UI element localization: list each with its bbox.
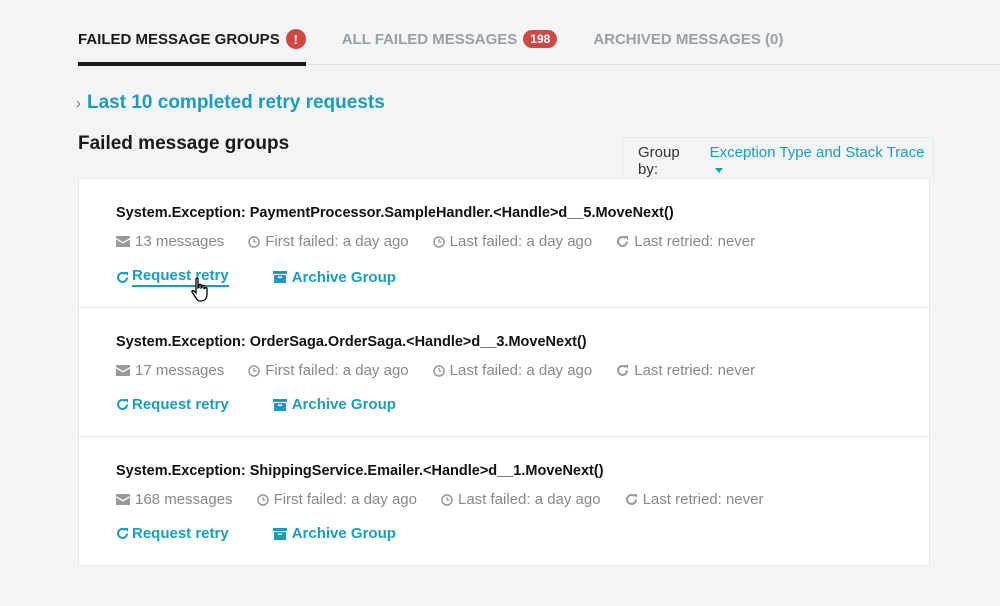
clock-icon	[248, 364, 260, 377]
refresh-icon	[617, 235, 629, 247]
first-failed: First failed: a day ago	[248, 362, 409, 379]
last-failed-text: Last failed: a day ago	[457, 491, 601, 508]
group-card: System.Exception: PaymentProcessor.Sampl…	[78, 178, 930, 308]
envelope-icon	[116, 236, 130, 247]
group-card: System.Exception: ShippingService.Emaile…	[78, 436, 930, 566]
group-by-dropdown[interactable]: Exception Type and Stack Trace	[710, 144, 933, 178]
archive-group-button[interactable]: Archive Group	[272, 396, 396, 413]
message-count-text: 168 messages	[135, 491, 233, 508]
group-title: System.Exception: ShippingService.Emaile…	[116, 463, 604, 479]
tab-all-failed-messages[interactable]: ALL FAILED MESSAGES 198	[342, 26, 558, 64]
count-badge: 198	[523, 30, 558, 48]
tab-label: ARCHIVED MESSAGES (0)	[593, 30, 784, 48]
tab-label: FAILED MESSAGE GROUPS	[78, 30, 280, 48]
tab-archived-messages[interactable]: ARCHIVED MESSAGES (0)	[593, 26, 783, 64]
refresh-icon	[617, 364, 629, 376]
chevron-right-icon: ›	[76, 94, 81, 112]
envelope-icon	[116, 494, 130, 505]
group-by-value: Exception Type and Stack Trace	[709, 144, 925, 161]
group-card: System.Exception: OrderSaga.OrderSaga.<H…	[78, 307, 930, 437]
alert-badge: !	[285, 29, 306, 49]
section-title: Failed message groups	[78, 133, 290, 154]
clock-icon	[432, 364, 445, 377]
clock-icon	[432, 235, 445, 248]
last-failed: Last failed: a day ago	[441, 491, 601, 508]
archive-icon	[272, 398, 287, 411]
last-retried-text: Last retried: never	[634, 362, 756, 379]
request-retry-button[interactable]: Request retry	[116, 396, 229, 413]
message-count: 13 messages	[116, 233, 224, 250]
retry-requests-label: Last 10 completed retry requests	[87, 92, 385, 113]
clock-icon	[248, 235, 260, 248]
first-failed: First failed: a day ago	[248, 233, 409, 250]
first-failed-text: First failed: a day ago	[273, 491, 417, 508]
archive-group-button[interactable]: Archive Group	[272, 267, 396, 287]
last-retried: Last retried: never	[616, 233, 755, 250]
request-retry-label: Request retry	[132, 525, 229, 542]
last-retried: Last retried: never	[625, 491, 764, 508]
first-failed-text: First failed: a day ago	[265, 362, 409, 379]
tab-bar: FAILED MESSAGE GROUPS ! ALL FAILED MESSA…	[78, 26, 1000, 66]
last-retried: Last retried: never	[616, 362, 755, 379]
group-title: System.Exception: PaymentProcessor.Sampl…	[116, 205, 674, 221]
archive-group-label: Archive Group	[291, 396, 396, 413]
first-failed-text: First failed: a day ago	[265, 233, 409, 250]
request-retry-label: Request retry	[132, 396, 229, 413]
message-count: 168 messages	[116, 491, 233, 508]
archive-icon	[272, 527, 287, 540]
request-retry-button[interactable]: Request retry	[116, 267, 229, 287]
request-retry-button[interactable]: Request retry	[116, 525, 229, 542]
refresh-icon	[117, 271, 128, 283]
retry-requests-toggle[interactable]: › Last 10 completed retry requests	[76, 92, 385, 114]
refresh-icon	[117, 398, 128, 410]
request-retry-label: Request retry	[132, 267, 229, 287]
archive-group-label: Archive Group	[291, 525, 396, 542]
message-count-text: 17 messages	[135, 362, 225, 379]
last-retried-text: Last retried: never	[642, 491, 764, 508]
refresh-icon	[625, 493, 637, 505]
message-count-text: 13 messages	[135, 233, 225, 250]
clock-icon	[441, 493, 453, 506]
failed-groups-list: System.Exception: PaymentProcessor.Sampl…	[78, 178, 930, 566]
last-failed: Last failed: a day ago	[432, 233, 593, 250]
group-by-panel: Group by: Exception Type and Stack Trace	[622, 137, 934, 178]
group-title: System.Exception: OrderSaga.OrderSaga.<H…	[116, 334, 587, 350]
caret-down-icon	[714, 167, 723, 173]
message-count: 17 messages	[116, 362, 224, 379]
archive-group-button[interactable]: Archive Group	[272, 525, 396, 542]
last-failed-text: Last failed: a day ago	[449, 233, 593, 250]
clock-icon	[256, 493, 269, 506]
last-failed: Last failed: a day ago	[432, 362, 593, 379]
envelope-icon	[116, 365, 130, 376]
last-retried-text: Last retried: never	[634, 233, 756, 250]
first-failed: First failed: a day ago	[256, 491, 417, 508]
last-failed-text: Last failed: a day ago	[449, 362, 593, 379]
archive-icon	[272, 271, 287, 283]
tab-label: ALL FAILED MESSAGES	[341, 30, 518, 48]
refresh-icon	[117, 527, 128, 539]
group-by-label: Group by:	[638, 144, 680, 178]
archive-group-label: Archive Group	[291, 268, 396, 286]
tab-failed-message-groups[interactable]: FAILED MESSAGE GROUPS !	[78, 26, 306, 66]
